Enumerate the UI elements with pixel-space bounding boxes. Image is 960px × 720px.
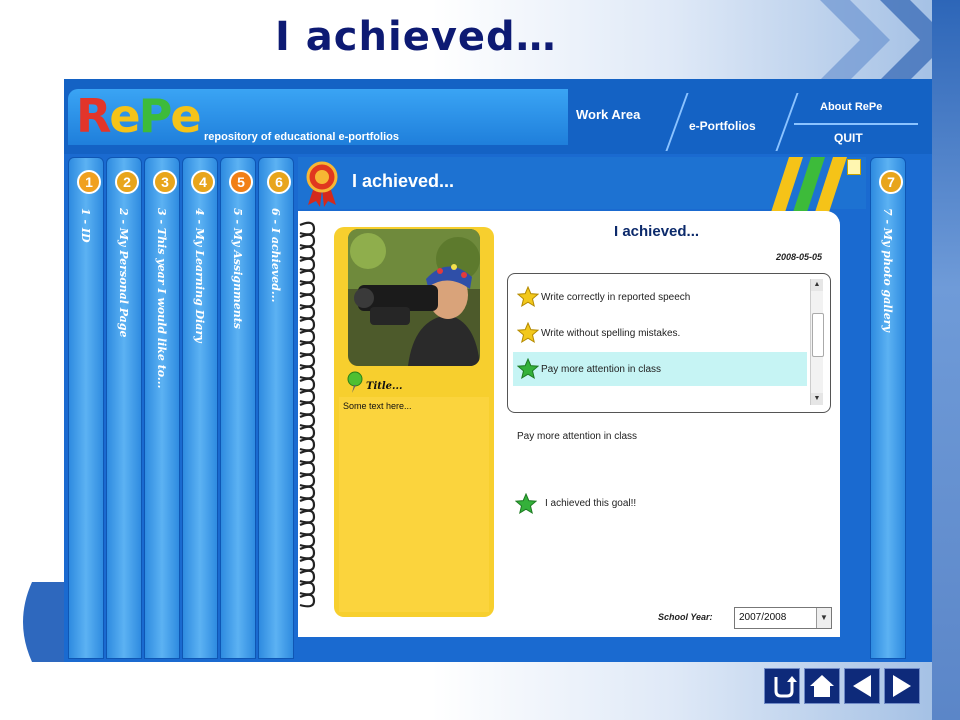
- panel-title: I achieved...: [614, 223, 700, 240]
- goal-item[interactable]: Write correctly in reported speech: [513, 280, 807, 314]
- document-icon[interactable]: [847, 159, 861, 175]
- tab-number-badge: 1: [77, 170, 101, 194]
- goal-text: Pay more attention in class: [541, 364, 662, 375]
- scroll-thumb[interactable]: [812, 313, 824, 357]
- eportfolios-link[interactable]: e-Portfolios: [689, 119, 756, 133]
- tab-number-badge: 2: [115, 170, 139, 194]
- scroll-up-icon[interactable]: ▲: [811, 279, 823, 291]
- tab-learning-diary[interactable]: 4 4 - My Learning Diary: [182, 157, 218, 659]
- tab-photo-gallery[interactable]: 7 7 - My photo gallery: [870, 157, 906, 659]
- nav-divider: [665, 93, 689, 151]
- ribbon-award-icon: [306, 161, 338, 207]
- next-icon[interactable]: [884, 668, 920, 704]
- tab-id[interactable]: 1 1 - ID: [68, 157, 104, 659]
- goal-item[interactable]: Write without spelling mistakes.: [513, 316, 807, 350]
- entry-date: 2008-05-05: [776, 252, 823, 262]
- tab-assignments[interactable]: 5 5 - My Assignments: [220, 157, 256, 659]
- logo-letter-e: e: [109, 89, 140, 143]
- yellow-star-icon: [517, 322, 539, 344]
- goal-list-scrollbar[interactable]: ▲ ▼: [810, 279, 824, 405]
- tab-this-year[interactable]: 3 3 - This year I would like to...: [144, 157, 180, 659]
- previous-icon[interactable]: [844, 668, 880, 704]
- tab-label: 4 - My Learning Diary: [193, 208, 206, 343]
- card-text: Some text here...: [343, 401, 412, 411]
- tab-i-achieved[interactable]: 6 6 - I achieved...: [258, 157, 294, 659]
- tab-number-badge: 7: [879, 170, 903, 194]
- goal-text: Write correctly in reported speech: [541, 292, 691, 303]
- goal-item-selected[interactable]: Pay more attention in class: [513, 352, 807, 386]
- nav-divider: [775, 93, 799, 151]
- logo-letter-e2: e: [170, 89, 201, 143]
- goal-detail-text: Pay more attention in class: [517, 431, 638, 442]
- tab-label: 7 - My photo gallery: [881, 208, 894, 332]
- green-star-icon: [517, 358, 539, 380]
- repe-logo: RePe: [76, 89, 202, 143]
- tab-label: 1 - ID: [79, 208, 92, 243]
- app-header: RePe repository of educational e-portfol…: [64, 79, 932, 154]
- chevron-down-icon[interactable]: ▼: [816, 608, 831, 628]
- notebook-spiral: [299, 221, 316, 608]
- tab-label: 5 - My Assignments: [231, 208, 244, 329]
- goal-list[interactable]: Write correctly in reported speech Write…: [507, 273, 831, 413]
- student-photo: [348, 229, 480, 366]
- tab-label: 6 - I achieved...: [269, 208, 282, 303]
- tab-number-badge: 6: [267, 170, 291, 194]
- slide-title: I achieved…: [275, 14, 557, 60]
- scroll-down-icon[interactable]: ▼: [811, 393, 823, 405]
- tab-number-badge: 3: [153, 170, 177, 194]
- tab-number-badge: 4: [191, 170, 215, 194]
- repe-app-window: RePe repository of educational e-portfol…: [64, 79, 932, 662]
- school-year-label: School Year:: [658, 612, 713, 622]
- pushpin-icon: [347, 371, 363, 393]
- home-icon[interactable]: [804, 668, 840, 704]
- logo-letter-r: R: [76, 89, 111, 143]
- tagline: repository of educational e-portfolios: [204, 131, 399, 143]
- quit-button[interactable]: QUIT: [834, 131, 863, 145]
- achieved-status-text: I achieved this goal!!: [545, 498, 637, 509]
- card-title: Title...: [366, 381, 403, 392]
- return-icon[interactable]: [764, 668, 800, 704]
- content-heading: I achieved...: [352, 171, 455, 191]
- yellow-star-icon: [517, 286, 539, 308]
- about-repe-link[interactable]: About RePe: [820, 101, 882, 113]
- nav-divider: [794, 123, 918, 125]
- work-area-link[interactable]: Work Area: [576, 107, 640, 122]
- school-year-value: 2007/2008: [739, 612, 787, 623]
- goal-text: Write without spelling mistakes.: [541, 328, 681, 339]
- tab-label: 2 - My Personal Page: [117, 208, 130, 338]
- tab-my-personal-page[interactable]: 2 2 - My Personal Page: [106, 157, 142, 659]
- tab-label: 3 - This year I would like to...: [155, 208, 168, 389]
- tab-number-badge: 5: [229, 170, 253, 194]
- card-text-area[interactable]: [339, 397, 489, 612]
- school-year-select[interactable]: 2007/2008 ▼: [734, 607, 832, 629]
- slide-nav-bar: [764, 668, 922, 704]
- green-star-icon: [515, 493, 537, 515]
- slide-right-bar: [932, 0, 960, 720]
- logo-letter-p: P: [138, 89, 173, 143]
